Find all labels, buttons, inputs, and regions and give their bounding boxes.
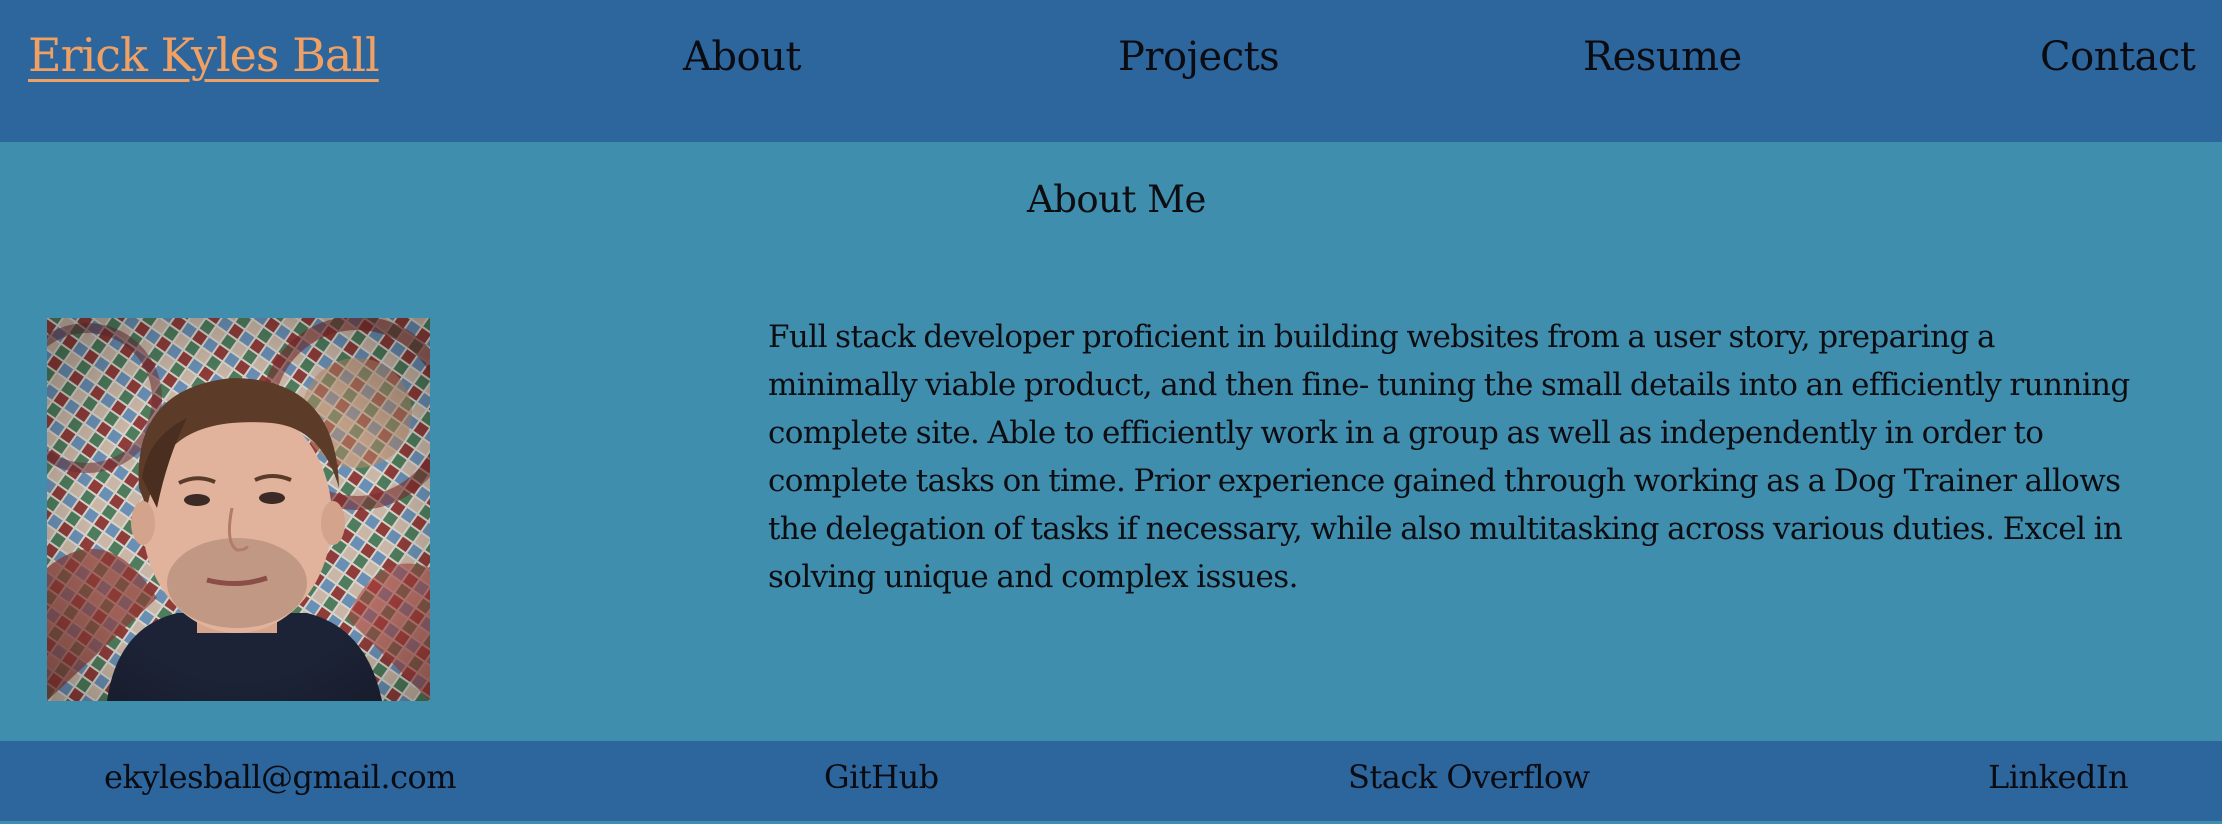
nav-about-link[interactable]: About <box>683 34 801 80</box>
profile-photo <box>47 318 430 701</box>
brand-link[interactable]: Erick Kyles Ball <box>28 28 380 82</box>
nav-resume-link[interactable]: Resume <box>1583 34 1742 80</box>
nav-projects-link[interactable]: Projects <box>1118 34 1280 80</box>
stack-overflow-link[interactable]: Stack Overflow <box>1348 758 1590 796</box>
about-heading: About Me <box>1027 178 1206 221</box>
nav-contact-link[interactable]: Contact <box>2040 34 2196 80</box>
site-footer: ekylesball@gmail.com GitHub Stack Overfl… <box>0 741 2222 821</box>
github-link[interactable]: GitHub <box>824 758 939 796</box>
about-bio-text: Full stack developer proficient in build… <box>768 319 2130 595</box>
site-header: Erick Kyles Ball About Projects Resume C… <box>0 0 2222 142</box>
email-link[interactable]: ekylesball@gmail.com <box>104 758 457 796</box>
linkedin-link[interactable]: LinkedIn <box>1988 758 2129 796</box>
